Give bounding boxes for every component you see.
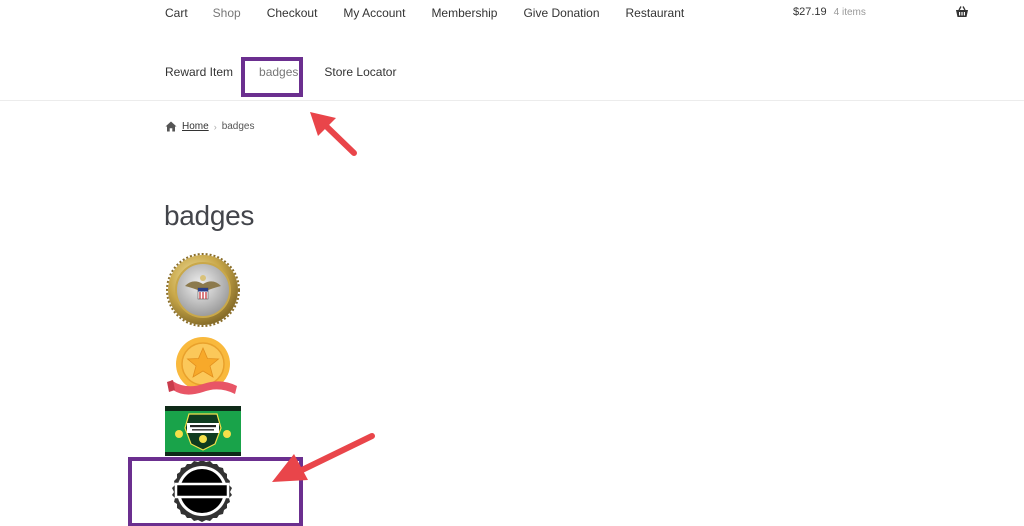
nav-shop[interactable]: Shop	[213, 6, 241, 20]
gold-star-ribbon-badge[interactable]	[165, 336, 241, 400]
nav-membership[interactable]: Membership	[431, 6, 497, 20]
page-title: badges	[164, 200, 255, 231]
annotation-arrow-left	[272, 433, 375, 482]
nav-cart[interactable]: Cart	[165, 6, 188, 20]
breadcrumb-home-link[interactable]: Home	[182, 121, 209, 132]
cart-amount: $27.19	[793, 6, 827, 18]
header-cart[interactable]: $27.19 4 items	[793, 6, 969, 18]
nav-store-locator[interactable]: Store Locator	[324, 65, 396, 79]
basket-icon[interactable]	[955, 5, 969, 19]
nav-give-donation[interactable]: Give Donation	[523, 6, 599, 20]
nav-reward-item[interactable]: Reward Item	[165, 65, 233, 79]
home-icon	[165, 121, 177, 132]
nav-checkout[interactable]: Checkout	[267, 6, 318, 20]
breadcrumb-separator: ›	[213, 121, 217, 132]
green-badges-poster[interactable]	[165, 406, 241, 456]
primary-nav: Cart Shop Checkout My Account Membership…	[165, 6, 684, 20]
nav-my-account[interactable]: My Account	[343, 6, 405, 20]
nav-restaurant[interactable]: Restaurant	[626, 6, 685, 20]
header-divider	[0, 100, 1024, 101]
cart-count: 4 items	[833, 6, 866, 18]
breadcrumb-current: badges	[221, 121, 255, 132]
military-seal-badge[interactable]	[165, 252, 241, 328]
breadcrumb: Home › badges	[165, 121, 255, 132]
annotation-arrow-up	[310, 112, 357, 156]
nav-highlight-box	[241, 57, 303, 97]
